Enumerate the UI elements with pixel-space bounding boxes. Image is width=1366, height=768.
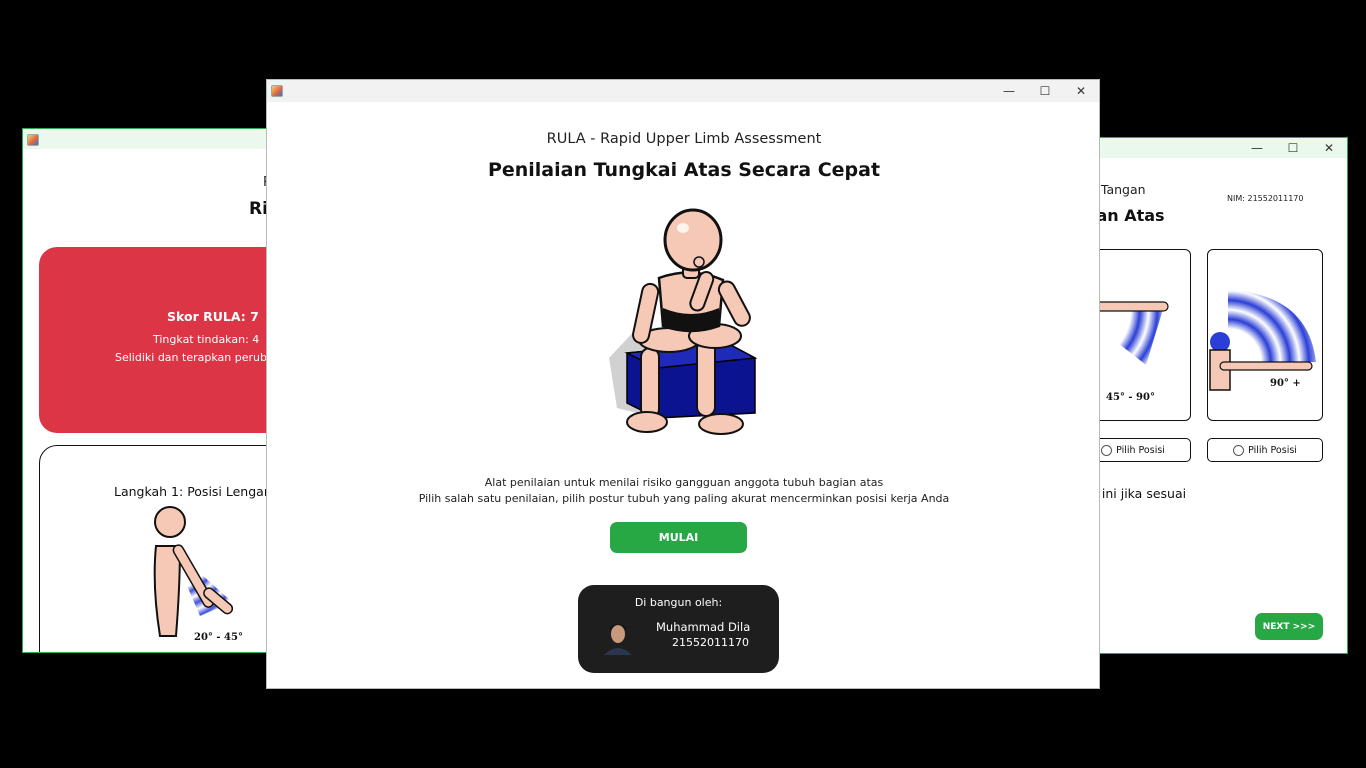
radio-icon[interactable] bbox=[1233, 444, 1245, 456]
pick-label: Pilih Posisi bbox=[1116, 444, 1165, 456]
java-app-icon bbox=[271, 85, 283, 97]
note-text: t ini jika sesuai bbox=[1093, 486, 1187, 501]
developer-name: Muhammad Dila bbox=[656, 620, 751, 634]
window-main[interactable]: — ☐ ✕ RULA - Rapid Upper Limb Assessment… bbox=[266, 79, 1100, 689]
action-level-text: Tingkat tindakan: 4 bbox=[153, 333, 260, 346]
title-bar[interactable]: — ☐ ✕ bbox=[267, 80, 1099, 102]
close-icon[interactable]: ✕ bbox=[1311, 138, 1347, 159]
description-line-1: Alat penilaian untuk menilai risiko gang… bbox=[484, 476, 884, 489]
close-icon[interactable]: ✕ bbox=[1063, 80, 1099, 102]
minimize-icon[interactable]: — bbox=[991, 80, 1027, 102]
pose-card-90-plus[interactable]: 90° + bbox=[1207, 249, 1323, 421]
angle-label: 45° - 90° bbox=[1106, 392, 1155, 403]
radio-icon[interactable] bbox=[1101, 444, 1113, 456]
maximize-icon[interactable]: ☐ bbox=[1027, 80, 1063, 102]
java-app-icon bbox=[27, 134, 39, 146]
credit-card: Di bangun oleh: Muhammad Dila 2155201117… bbox=[578, 585, 779, 673]
avatar bbox=[600, 617, 636, 655]
angle-label: 90° + bbox=[1270, 378, 1301, 389]
pose-image: 90° + bbox=[1209, 290, 1316, 391]
page-title: Penilaian Tungkai Atas Secara Cepat bbox=[487, 159, 881, 181]
description-line-2: Pilih salah satu penilaian, pilih postur… bbox=[418, 492, 950, 505]
next-button[interactable]: NEXT >>> bbox=[1255, 613, 1323, 640]
angle-label: 20° - 45° bbox=[194, 632, 243, 643]
step-title: Langkah 1: Posisi Lengan bbox=[114, 484, 272, 499]
maximize-icon[interactable]: ☐ bbox=[1275, 138, 1311, 159]
pick-label: Pilih Posisi bbox=[1248, 444, 1297, 456]
nim-label: NIM: 21552011170 bbox=[1227, 194, 1304, 203]
minimize-icon[interactable]: — bbox=[1239, 138, 1275, 159]
score-text: Skor RULA: 7 bbox=[167, 309, 259, 324]
start-button[interactable]: MULAI bbox=[610, 522, 747, 553]
credit-heading: Di bangun oleh: bbox=[634, 596, 723, 609]
pick-position-button[interactable]: Pilih Posisi bbox=[1207, 438, 1323, 462]
arm-posture-image: 20° - 45° bbox=[153, 506, 243, 643]
seated-mannequin-image bbox=[609, 208, 758, 435]
recommendation-text: Selidiki dan terapkan perub bbox=[115, 351, 267, 364]
page-subtitle: RULA - Rapid Upper Limb Assessment bbox=[546, 131, 822, 147]
developer-nim: 21552011170 bbox=[672, 636, 749, 649]
